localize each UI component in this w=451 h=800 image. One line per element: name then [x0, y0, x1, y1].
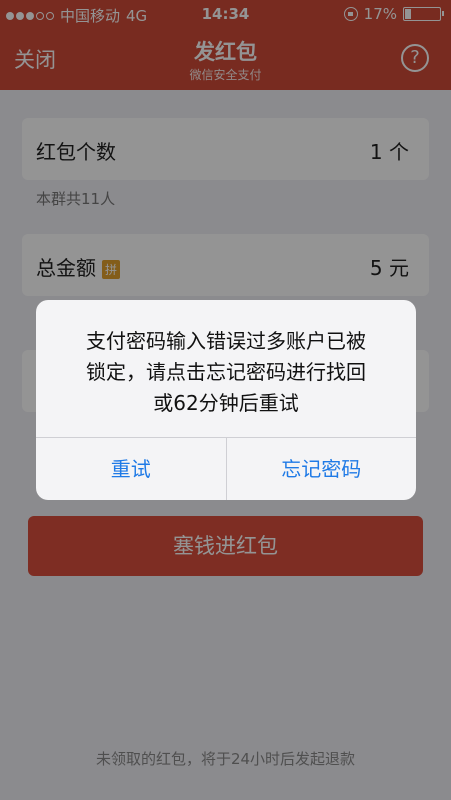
alert-message: 支付密码输入错误过多账户已被 锁定，请点击忘记密码进行找回 或62分钟后重试 [56, 326, 396, 419]
alert-line-1: 支付密码输入错误过多账户已被 [86, 329, 366, 353]
forgot-password-button[interactable]: 忘记密码 [225, 438, 417, 500]
error-alert-dialog: 支付密码输入错误过多账户已被 锁定，请点击忘记密码进行找回 或62分钟后重试 重… [36, 300, 416, 500]
retry-button[interactable]: 重试 [36, 438, 226, 500]
alert-actions: 重试 忘记密码 [36, 437, 416, 500]
alert-line-2: 锁定，请点击忘记密码进行找回 [86, 360, 366, 384]
alert-line-3: 或62分钟后重试 [153, 391, 299, 415]
